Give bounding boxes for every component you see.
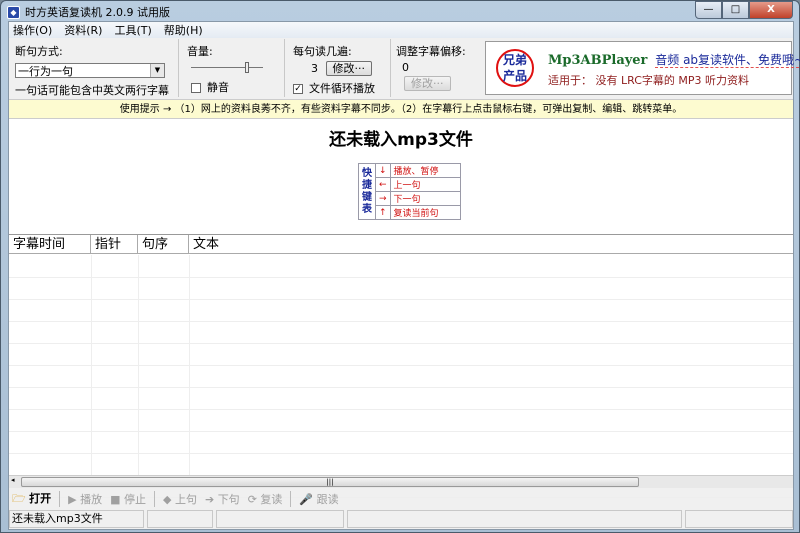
offset-panel: 调整字幕偏移: 0 修改··· [391, 39, 483, 97]
title-bar: ◆ 时方英语复读机 2.0.9 试用版 [7, 4, 170, 20]
brand-seal: 兄弟 产品 [496, 49, 534, 87]
repeat-count: 3 [311, 62, 318, 75]
split-mode-select[interactable]: 一行为一句 ▼ [15, 63, 165, 78]
table-row[interactable] [9, 387, 793, 388]
next-sentence-button[interactable]: ➔ 下句 [205, 491, 240, 507]
menu-tools[interactable]: 工具(T) [114, 22, 151, 38]
loop-label: 文件循环播放 [309, 82, 375, 95]
play-button[interactable]: ▶ 播放 [68, 491, 102, 507]
folder-open-icon: 🗁 [12, 491, 26, 505]
loop-checkbox[interactable]: ✓ 文件循环播放 [293, 80, 384, 96]
main-title: 还未载入mp3文件 [329, 130, 473, 150]
offset-label: 调整字幕偏移: [396, 45, 466, 58]
follow-read-button[interactable]: 🎤 跟读 [299, 491, 338, 507]
shortcut-header: 快捷键表 [358, 163, 376, 220]
scrollbar-thumb[interactable]: ||| [21, 477, 639, 487]
horizontal-scrollbar[interactable]: ◂ ||| [9, 475, 793, 488]
arrow-right-icon: → [375, 191, 391, 206]
mute-label: 静音 [207, 81, 229, 94]
split-note: 一句话可能包含中英文两行字幕 [15, 84, 169, 97]
menu-help[interactable]: 帮助(H) [164, 22, 203, 38]
client-area: 操作(O) 资料(R) 工具(T) 帮助(H) 断句方式: 一行为一句 ▼ 一句话… [8, 21, 800, 530]
col-text[interactable]: 文本 [189, 235, 793, 253]
close-button[interactable]: X [749, 1, 793, 19]
volume-slider-thumb[interactable] [245, 62, 249, 73]
window-title: 时方英语复读机 2.0.9 试用版 [25, 6, 170, 19]
ad-banner[interactable]: 兄弟 产品 Mp3ABPlayer 音频 ab复读软件、免费哦~ 适用于： 没有 … [485, 41, 800, 95]
ad-product-name: Mp3ABPlayer [548, 53, 648, 68]
open-button[interactable]: 🗁 打开 [12, 490, 51, 509]
status-bar: 还未载入mp3文件 [9, 510, 793, 529]
chevron-down-icon[interactable]: ▼ [150, 64, 164, 77]
repeat-panel: 每句读几遍: 3 修改··· ✓ 文件循环播放 [285, 39, 391, 97]
volume-panel: 音量: 静音 [179, 39, 285, 97]
menu-operate[interactable]: 操作(O) [13, 22, 52, 38]
split-mode-value: 一行为一句 [18, 64, 73, 78]
usage-tip: 使用提示 → （1）网上的资料良莠不齐，有些资料字幕不同步。（2）在字幕行上点击… [9, 99, 793, 119]
shortcut-table: 快捷键表 ↓ 播放、暂停 ← 上一句 → 下一句 ↑ 复读当前句 [358, 163, 461, 220]
table-row[interactable] [9, 365, 793, 366]
stop-button[interactable]: ■ 停止 [110, 491, 146, 507]
table-row[interactable] [9, 431, 793, 432]
table-row[interactable] [9, 343, 793, 344]
table-row[interactable] [9, 409, 793, 410]
maximize-button[interactable]: □ [722, 1, 749, 19]
table-row[interactable] [9, 299, 793, 300]
col-subtitle-time[interactable]: 字幕时间 [9, 235, 91, 253]
arrow-up-icon: ↑ [375, 205, 391, 220]
mute-checkbox[interactable]: 静音 [187, 79, 278, 95]
menu-resource[interactable]: 资料(R) [64, 22, 102, 38]
shortcut-action: 播放、暂停 [389, 163, 461, 178]
menu-bar: 操作(O) 资料(R) 工具(T) 帮助(H) [9, 22, 793, 38]
table-row[interactable] [9, 453, 793, 454]
table-row[interactable] [9, 321, 793, 322]
col-pointer[interactable]: 指针 [91, 235, 138, 253]
scroll-left-icon[interactable]: ◂ [11, 476, 15, 484]
volume-slider[interactable] [187, 61, 278, 75]
col-sentence-index[interactable]: 句序 [138, 235, 189, 253]
table-row[interactable] [9, 277, 793, 278]
minimize-button[interactable]: — [695, 1, 722, 19]
main-area: 还未载入mp3文件 快捷键表 ↓ 播放、暂停 ← 上一句 → 下一句 ↑ 复读当前句 [9, 119, 793, 234]
ad-usage: 适用于： 没有 LRC字幕的 MP3 听力资料 [548, 74, 750, 87]
table-header: 字幕时间 指针 句序 文本 [9, 235, 793, 254]
offset-value: 0 [402, 61, 409, 74]
arrow-down-icon: ↓ [375, 163, 391, 178]
playback-toolbar: 🗁 打开 ▶ 播放 ■ 停止 ◆ 上句 ➔ 下句 ⟳ 复读 🎤 跟读 [9, 489, 339, 509]
app-icon: ◆ [7, 5, 20, 19]
shortcut-action: 复读当前句 [389, 205, 461, 220]
split-label: 断句方式: [15, 45, 63, 58]
arrow-left-icon: ← [375, 177, 391, 192]
repeat-label: 每句读几遍: [293, 45, 352, 58]
ad-slogan: 音频 ab复读软件、免费哦~ [655, 53, 800, 68]
volume-label: 音量: [187, 45, 213, 58]
repeat-modify-button[interactable]: 修改··· [325, 61, 372, 76]
shortcut-action: 下一句 [389, 191, 461, 206]
offset-modify-button[interactable]: 修改··· [404, 76, 451, 91]
subtitle-table[interactable]: 字幕时间 指针 句序 文本 [9, 234, 793, 498]
repeat-button[interactable]: ⟳ 复读 [248, 491, 283, 507]
shortcut-action: 上一句 [389, 177, 461, 192]
status-text: 还未载入mp3文件 [9, 510, 144, 528]
split-panel: 断句方式: 一行为一句 ▼ 一句话可能包含中英文两行字幕 [9, 39, 179, 97]
app-window: ◆ 时方英语复读机 2.0.9 试用版 — □ X 操作(O) 资料(R) 工具… [0, 0, 800, 533]
prev-sentence-button[interactable]: ◆ 上句 [163, 491, 197, 507]
